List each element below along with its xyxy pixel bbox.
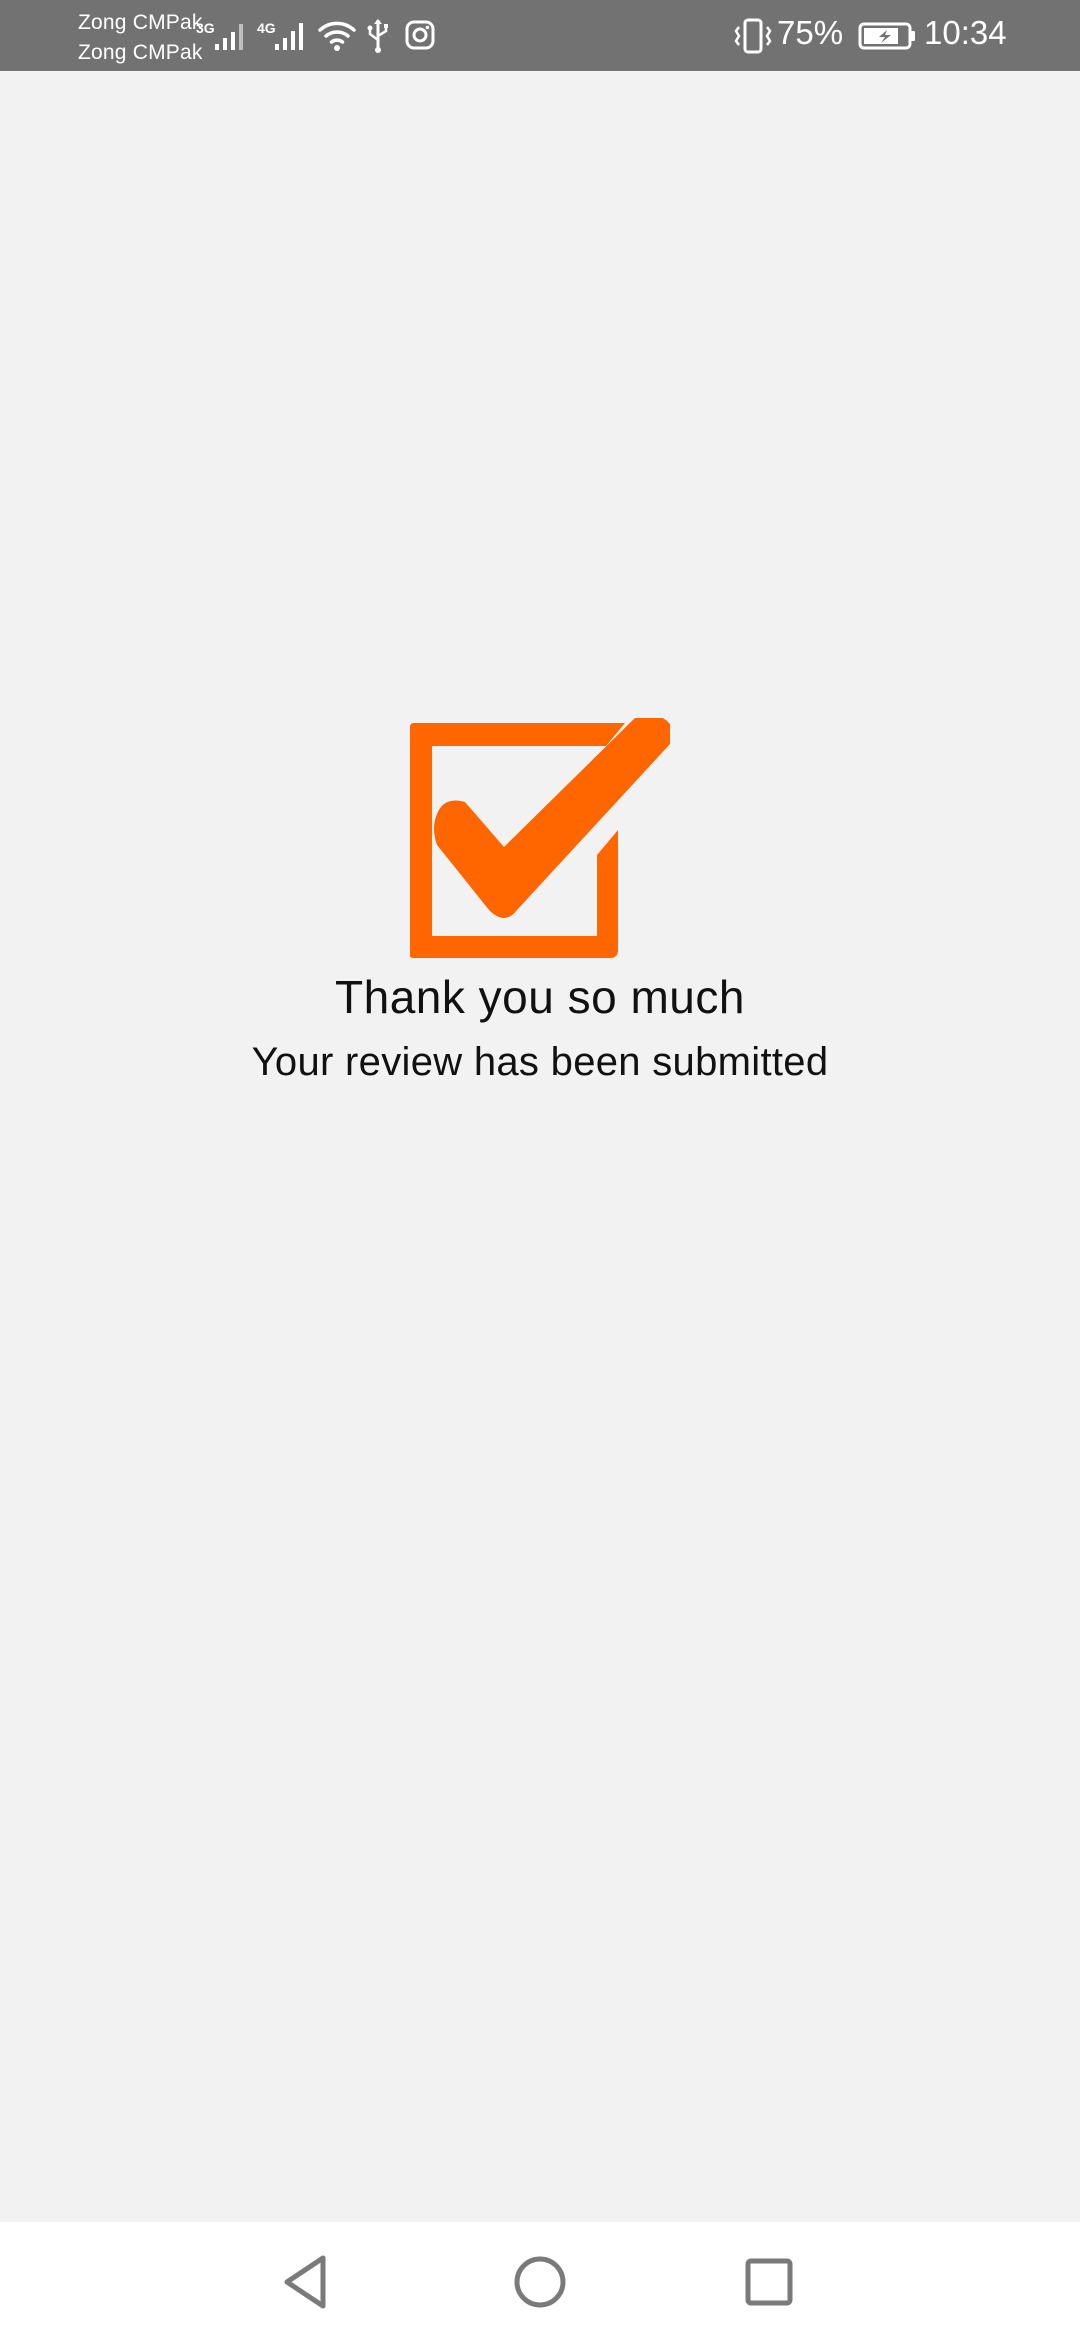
recents-icon[interactable]: [733, 2246, 805, 2318]
status-bar: Zong CMPak Zong CMPak 3G 4G 75% 10:34: [0, 0, 1080, 71]
home-icon[interactable]: [504, 2246, 576, 2318]
review-submitted-message: Your review has been submitted: [251, 1040, 829, 1084]
carrier-label-1: Zong CMPak: [78, 11, 203, 34]
vibrate-icon: [734, 18, 772, 54]
carrier-stack: Zong CMPak Zong CMPak: [78, 8, 203, 68]
network-type-1: 3G: [196, 20, 215, 36]
signal-3g-icon: [215, 24, 243, 50]
network-type-2: 4G: [257, 20, 276, 36]
carrier-label-2: Zong CMPak: [78, 41, 203, 64]
back-icon[interactable]: [273, 2246, 345, 2318]
navigation-bar: [0, 2222, 1080, 2340]
screen: Zong CMPak Zong CMPak 3G 4G 75% 10:34 Th…: [0, 0, 1080, 2340]
battery-charging-icon: [858, 22, 915, 50]
clock: 10:34: [924, 14, 1007, 51]
wifi-icon: [318, 21, 356, 51]
signal-4g-icon: [275, 23, 303, 50]
thank-you-title: Thank you so much: [335, 971, 745, 1023]
instagram-icon: [405, 20, 435, 50]
checkbox-checked-icon: [410, 718, 670, 958]
battery-percent: 75%: [777, 14, 844, 51]
usb-icon: [367, 19, 388, 53]
